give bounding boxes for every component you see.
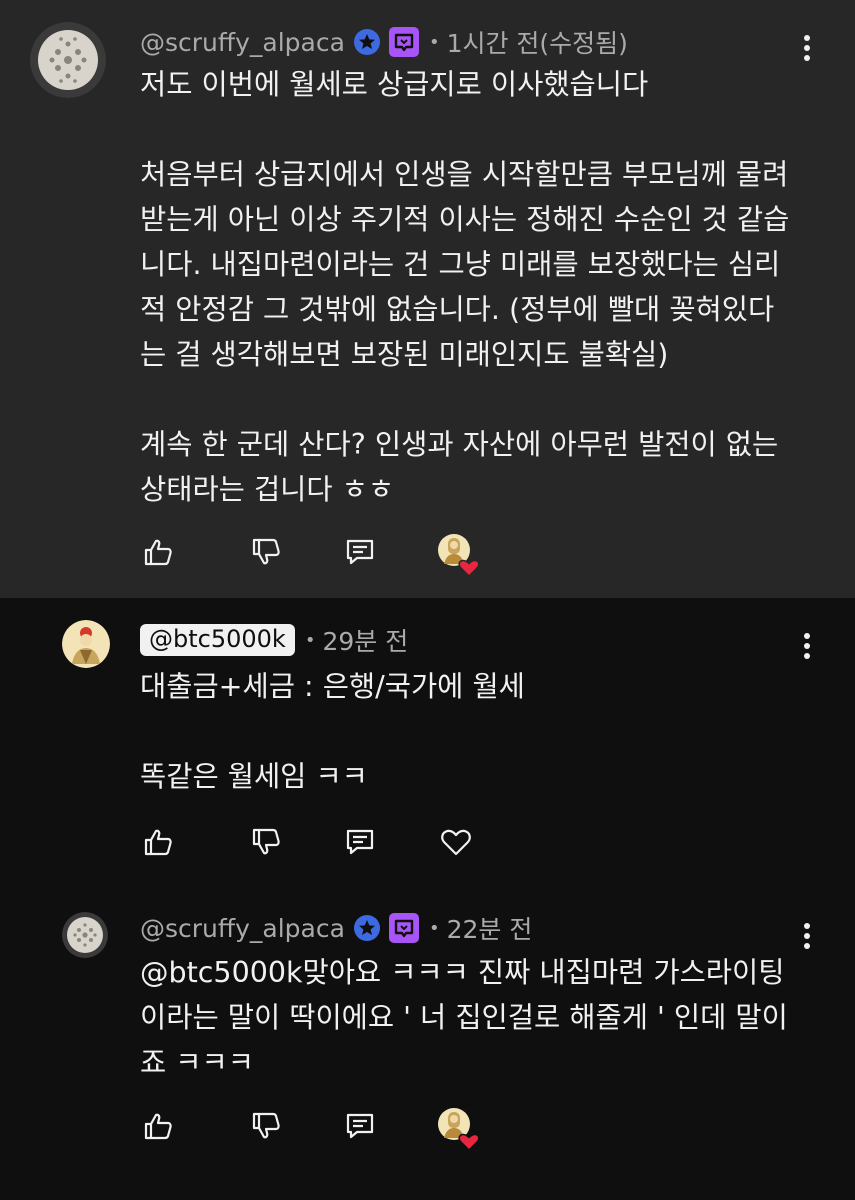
- comment-header: @scruffy_alpaca • 22분 전: [140, 908, 532, 948]
- like-icon[interactable]: [138, 532, 178, 572]
- like-icon[interactable]: [138, 822, 178, 862]
- timestamp[interactable]: 22분 전: [447, 910, 533, 946]
- reply-icon[interactable]: [340, 532, 380, 572]
- comment-body: 대출금+세금 : 은행/국가에 월세 똑같은 월세임 ㅋㅋ: [140, 670, 525, 793]
- timestamp[interactable]: 29분 전: [322, 622, 408, 658]
- separator-dot: •: [428, 31, 440, 53]
- reply-icon[interactable]: [340, 822, 380, 862]
- reply-icon[interactable]: [340, 1106, 380, 1146]
- dislike-icon[interactable]: [246, 532, 286, 572]
- comment-thread-item: @scruffy_alpaca • 1시간 전(수정됨) 저도 이번에 월세로 …: [0, 0, 855, 598]
- author-handle[interactable]: @scruffy_alpaca: [140, 914, 345, 943]
- timestamp[interactable]: 1시간 전(수정됨): [447, 24, 628, 60]
- avatar[interactable]: [62, 912, 108, 958]
- comment-thread-item: @btc5000k • 29분 전 대출금+세금 : 은행/국가에 월세 똑같은…: [0, 598, 855, 878]
- member-badge-icon: [388, 27, 419, 57]
- verified-star-icon: [353, 28, 381, 56]
- creator-heart-icon: [438, 534, 482, 578]
- creator-heart-icon: [438, 1108, 482, 1152]
- author-handle-chip[interactable]: @btc5000k: [140, 624, 295, 656]
- avatar[interactable]: [30, 22, 106, 98]
- comment-header: @btc5000k • 29분 전: [140, 620, 408, 660]
- verified-star-icon: [353, 914, 381, 942]
- separator-dot: •: [428, 917, 440, 939]
- comment-header: @scruffy_alpaca • 1시간 전(수정됨): [140, 22, 628, 62]
- member-badge-icon: [388, 913, 419, 943]
- separator-dot: •: [304, 629, 316, 651]
- dislike-icon[interactable]: [246, 822, 286, 862]
- like-icon[interactable]: [138, 1106, 178, 1146]
- comment-thread-item: @scruffy_alpaca • 22분 전 @btc5000k맞아요 ㅋㅋㅋ…: [0, 878, 855, 1200]
- heart-icon[interactable]: [436, 822, 476, 862]
- more-options-icon[interactable]: [795, 626, 819, 666]
- avatar[interactable]: [62, 620, 110, 668]
- author-handle[interactable]: @scruffy_alpaca: [140, 28, 345, 57]
- comment-body: 저도 이번에 월세로 상급지로 이사했습니다 처음부터 상급지에서 인생을 시작…: [140, 68, 790, 506]
- comment-body: @btc5000k맞아요 ㅋㅋㅋ 진짜 내집마련 가스라이팅 이라는 말이 딱이…: [140, 956, 788, 1079]
- dislike-icon[interactable]: [246, 1106, 286, 1146]
